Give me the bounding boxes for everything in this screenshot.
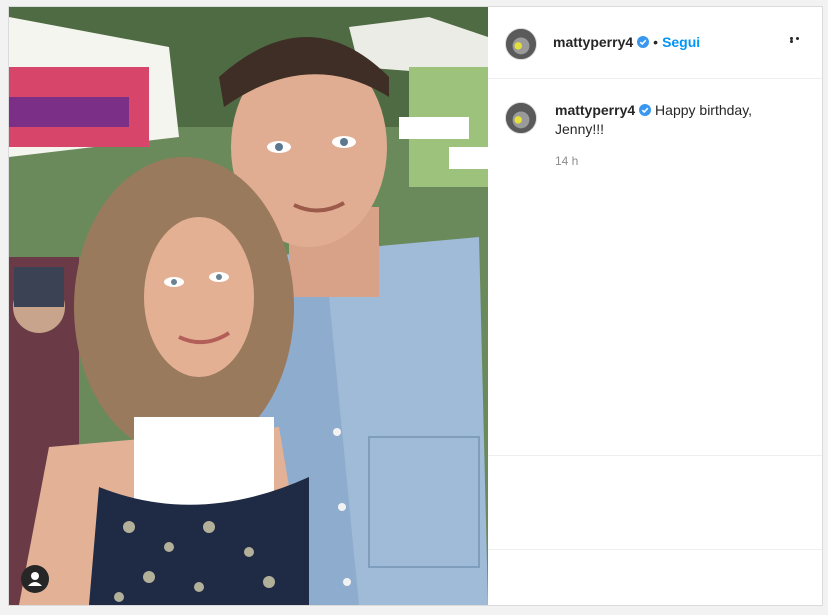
user-tag-icon: [28, 572, 42, 586]
caption-verified-badge-icon: [639, 104, 652, 116]
post-image: [9, 7, 488, 605]
follow-button[interactable]: Segui: [662, 34, 700, 50]
user-tag-icon[interactable]: [21, 565, 49, 593]
post-modal: mattyperry4 • Segui mattyperry4 Happy birt…: [8, 6, 823, 606]
verified-badge-icon: [637, 36, 650, 48]
caption-username[interactable]: mattyperry4: [555, 102, 635, 118]
more-options-icon[interactable]: [790, 37, 806, 43]
post-header: mattyperry4 • Segui: [488, 7, 822, 79]
avatar[interactable]: [505, 28, 537, 60]
caption-avatar-image: [506, 103, 536, 133]
comment-divider: [488, 549, 822, 550]
post-timestamp[interactable]: 14 h: [555, 154, 578, 168]
header-user-row: mattyperry4 • Segui: [553, 34, 700, 52]
caption: mattyperry4 Happy birthday, Jenny!!!: [555, 101, 785, 139]
separator-dot: •: [653, 34, 659, 50]
caption-avatar[interactable]: [505, 102, 537, 134]
post-sidebar: mattyperry4 • Segui mattyperry4 Happy birt…: [488, 7, 822, 605]
actions-divider: [488, 455, 822, 456]
header-username[interactable]: mattyperry4: [553, 34, 633, 50]
avatar-image: [506, 29, 536, 59]
post-photo[interactable]: [9, 7, 488, 605]
